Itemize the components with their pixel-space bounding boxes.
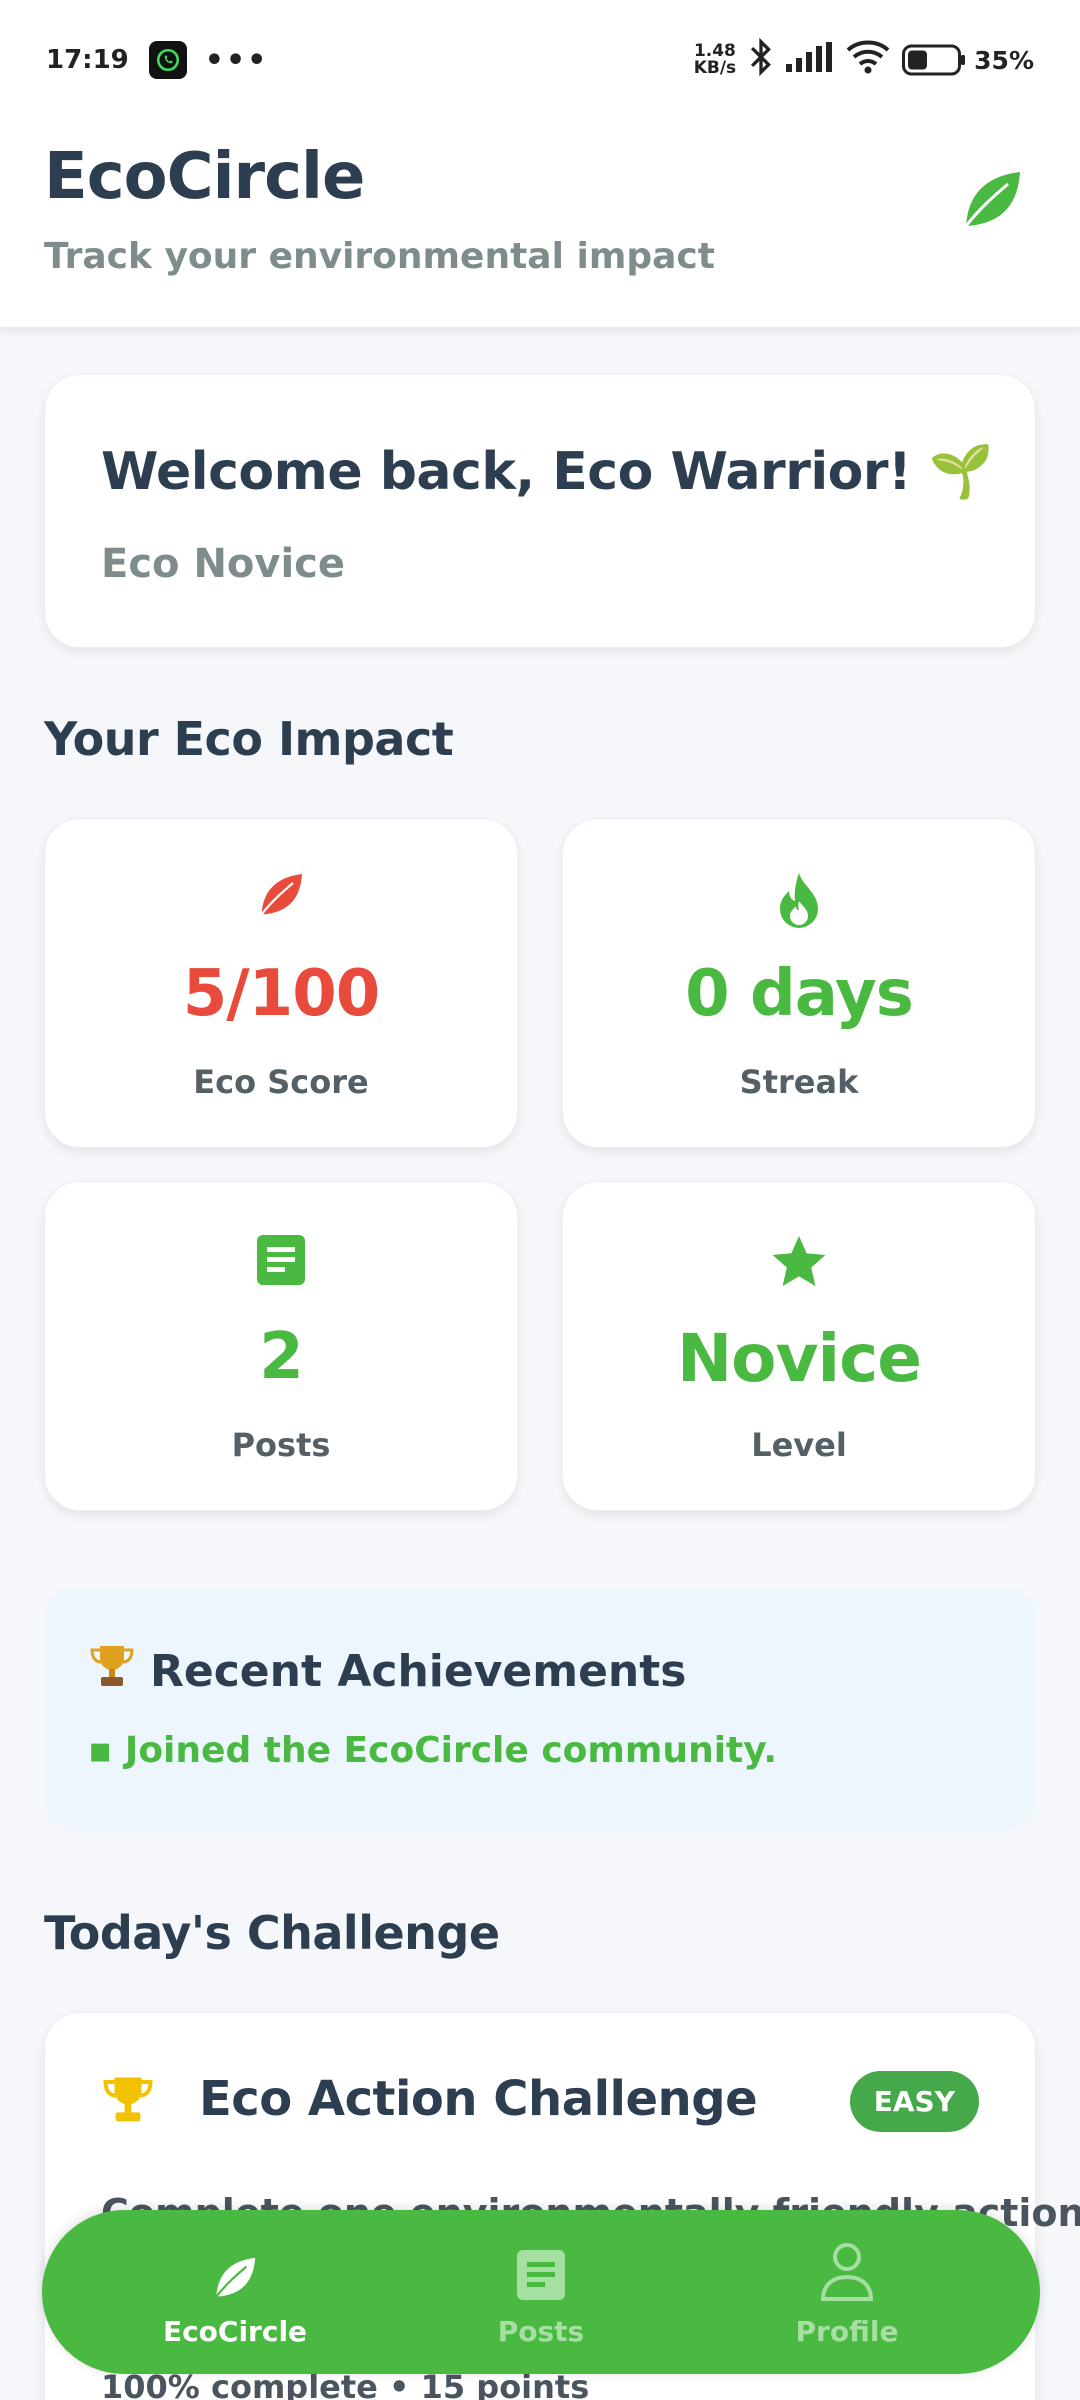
eco-score-card[interactable]: 5/100 Eco Score — [44, 818, 518, 1148]
app-subtitle: Track your environmental impact — [44, 236, 715, 277]
level-card[interactable]: Novice Level — [562, 1181, 1036, 1511]
leaf-icon — [960, 168, 1024, 236]
nav-item-ecocircle[interactable]: EcoCircle — [125, 2237, 345, 2348]
battery-indicator: 35% — [902, 44, 1034, 76]
welcome-card: Welcome back, Eco Warrior! 🌱 Eco Novice — [44, 374, 1036, 648]
recent-achievements-panel: Recent Achievements ▪ Joined the EcoCirc… — [44, 1588, 1036, 1830]
todays-challenge-heading: Today's Challenge — [44, 1906, 500, 1960]
fire-icon — [563, 871, 1035, 929]
streak-card[interactable]: 0 days Streak — [562, 818, 1036, 1148]
signal-icon — [786, 41, 834, 79]
star-icon — [563, 1234, 1035, 1288]
person-icon — [819, 2237, 875, 2301]
status-right: 1.48 KB/s 35% — [694, 37, 1034, 83]
achievements-heading: Recent Achievements — [88, 1642, 686, 1701]
streak-label: Streak — [739, 1063, 859, 1101]
document-icon — [516, 2237, 566, 2301]
status-time: 17:19 — [46, 45, 129, 75]
level-label: Level — [751, 1426, 847, 1464]
eco-impact-heading: Your Eco Impact — [44, 712, 454, 766]
leaf-icon — [212, 2237, 258, 2301]
posts-count: 2 — [259, 1320, 304, 1394]
challenge-title: Eco Action Challenge — [199, 2071, 758, 2127]
net-speed: 1.48 KB/s — [694, 43, 736, 77]
bottom-navigation: EcoCircle Posts Profile — [42, 2210, 1040, 2374]
bluetooth-icon — [748, 37, 774, 83]
level-value: Novice — [676, 1320, 922, 1397]
nav-label: Profile — [795, 2314, 899, 2348]
nav-label: EcoCircle — [162, 2314, 308, 2348]
screen: 17:19 ••• 1.48 KB/s 35% EcoCircle Track … — [0, 0, 1080, 2400]
status-bar: 17:19 ••• 1.48 KB/s 35% — [0, 0, 1080, 120]
streak-value: 0 days — [685, 957, 914, 1031]
eco-score-label: Eco Score — [193, 1063, 369, 1101]
app-title: EcoCircle — [44, 140, 365, 214]
achievement-item: ▪ Joined the EcoCircle community. — [88, 1730, 778, 1771]
difficulty-badge: EASY — [849, 2071, 979, 2132]
net-speed-unit: KB/s — [693, 58, 737, 78]
user-level-label: Eco Novice — [101, 541, 346, 587]
trophy-icon — [101, 2073, 155, 2131]
eco-score-value: 5/100 — [182, 957, 381, 1031]
document-icon — [45, 1234, 517, 1286]
more-notifications-icon: ••• — [204, 42, 269, 78]
posts-card[interactable]: 2 Posts — [44, 1181, 518, 1511]
battery-percent: 35% — [974, 45, 1034, 75]
wifi-icon — [846, 40, 890, 81]
posts-label: Posts — [231, 1426, 331, 1464]
nav-item-profile[interactable]: Profile — [737, 2237, 957, 2348]
trophy-icon — [88, 1642, 136, 1701]
battery-icon — [902, 44, 966, 76]
achievements-title: Recent Achievements — [150, 1646, 687, 1697]
whatsapp-icon — [148, 41, 187, 79]
leaf-icon — [45, 871, 517, 919]
nav-item-posts[interactable]: Posts — [431, 2237, 651, 2348]
welcome-title: Welcome back, Eco Warrior! 🌱 — [101, 442, 994, 502]
nav-label: Posts — [497, 2314, 585, 2348]
app-header: EcoCircle Track your environmental impac… — [0, 120, 1080, 330]
